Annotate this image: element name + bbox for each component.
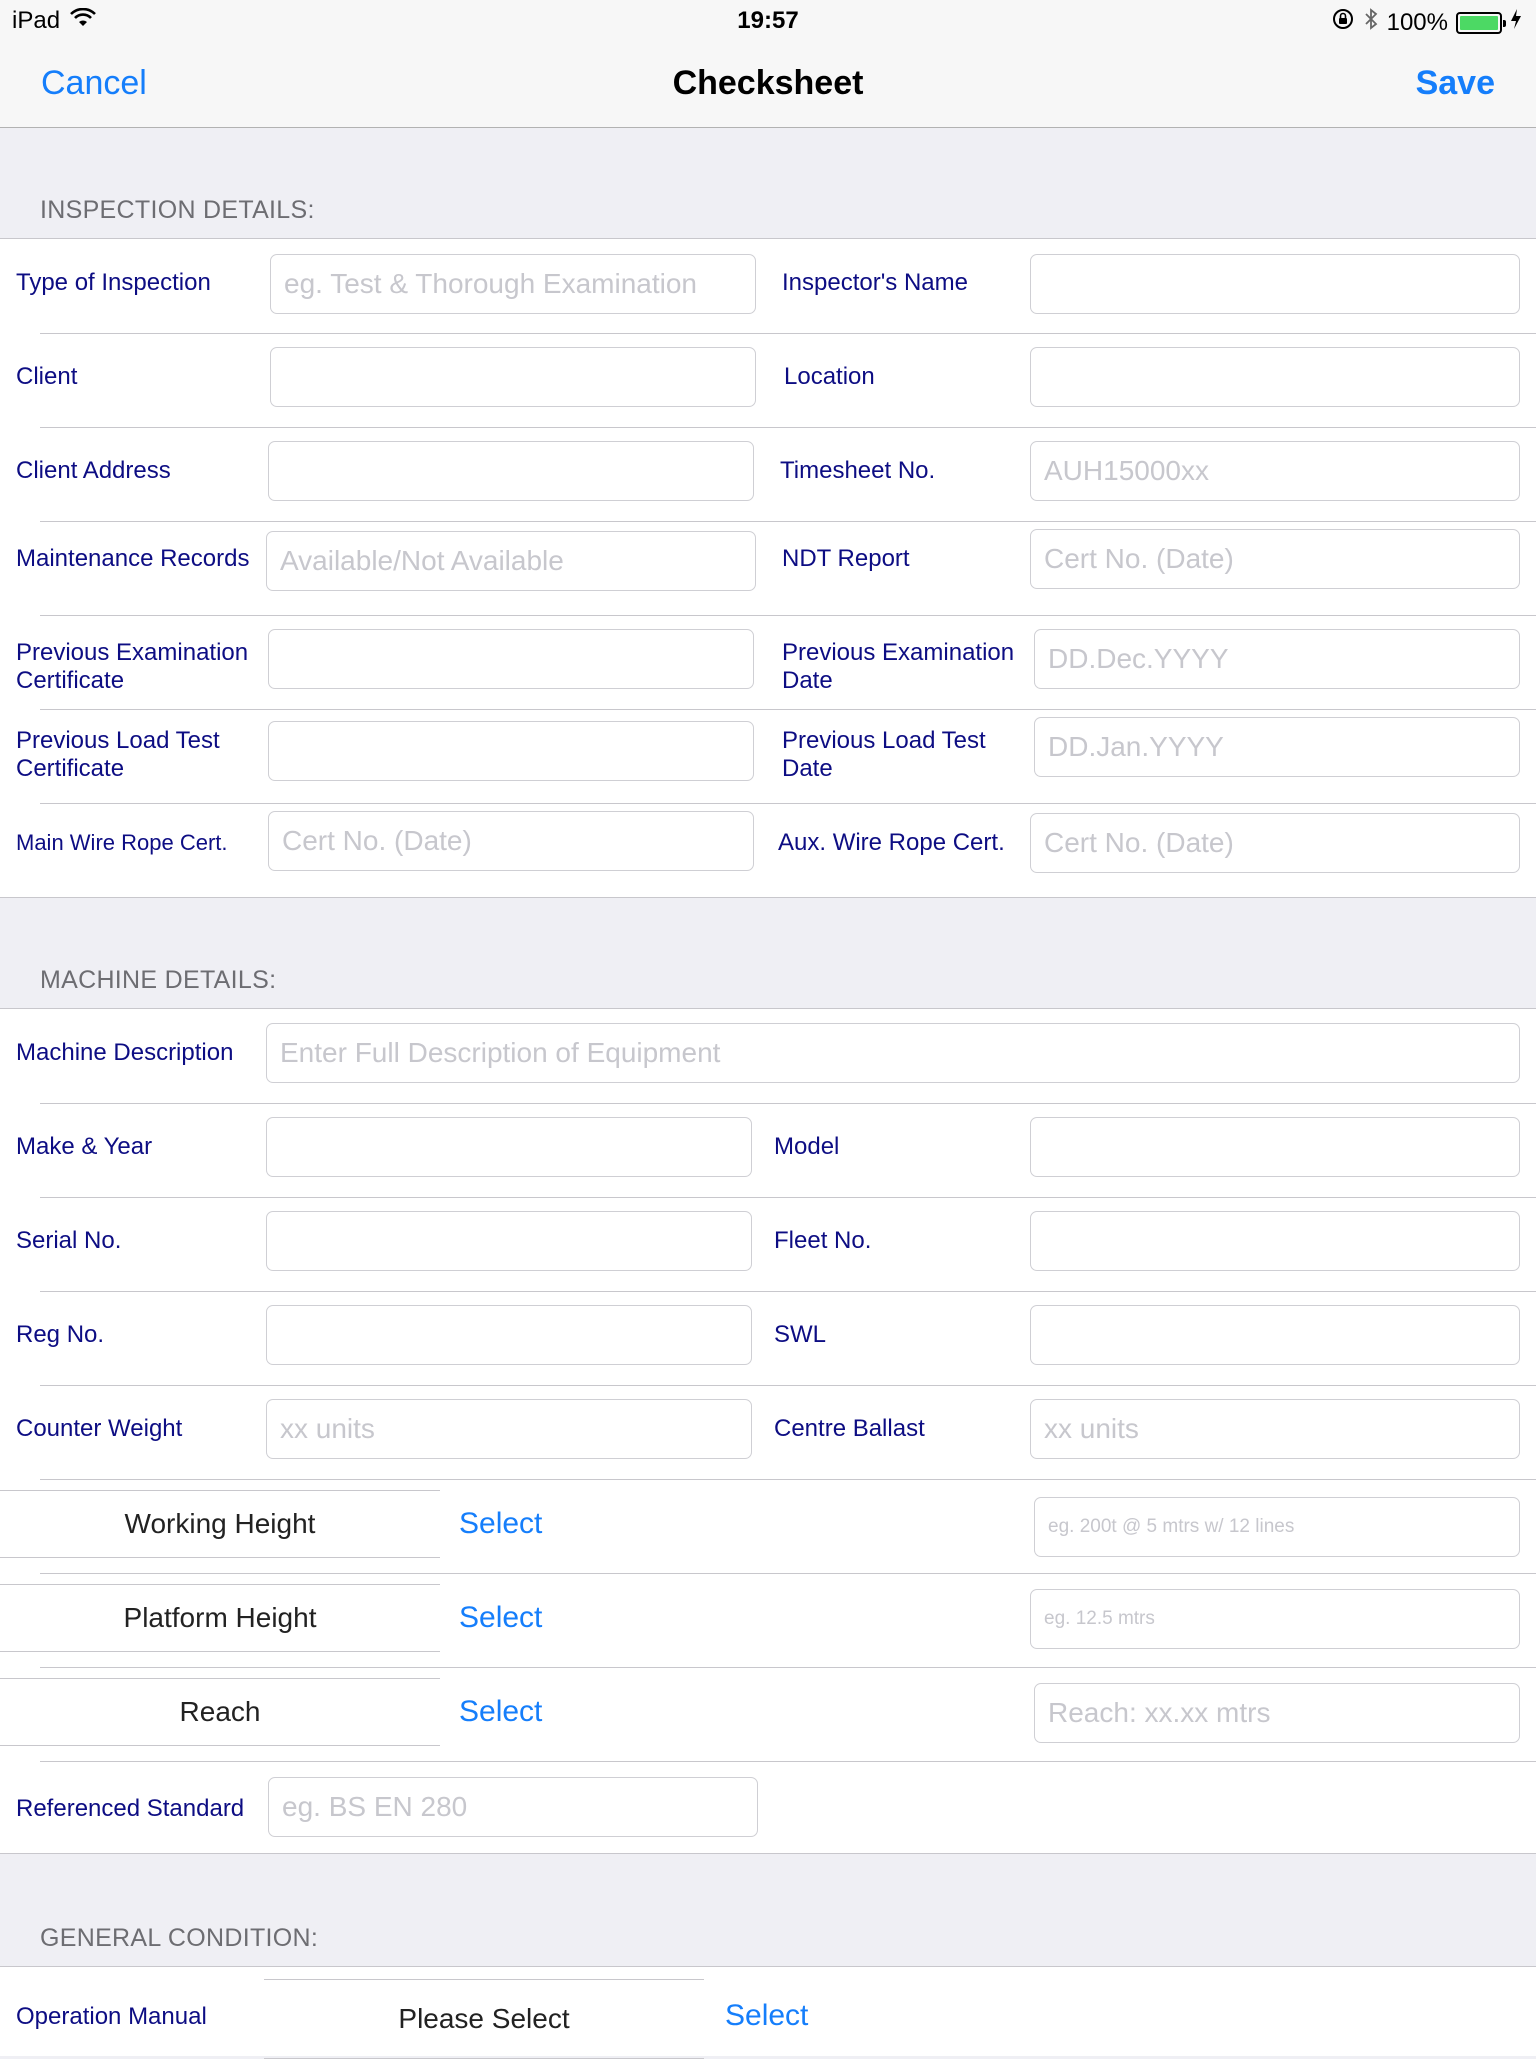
reach-picker[interactable]: Reach [0, 1678, 440, 1746]
location-input[interactable] [1030, 347, 1520, 407]
previous-examination-certificate-input[interactable] [268, 629, 754, 689]
save-button[interactable]: Save [1416, 64, 1495, 103]
ndt-report-label: NDT Report [782, 545, 910, 572]
inspector-name-input[interactable] [1030, 254, 1520, 314]
row-divider [40, 333, 1536, 334]
section-header-inspection: INSPECTION DETAILS: [40, 196, 315, 224]
working-height-picker[interactable]: Working Height [0, 1490, 440, 1558]
swl-label: SWL [774, 1321, 827, 1348]
section-header-general: GENERAL CONDITION: [40, 1924, 319, 1952]
machine-details-group: Machine Description Enter Full Descripti… [0, 1008, 1536, 1854]
cancel-button[interactable]: Cancel [41, 64, 147, 103]
platform-height-picker[interactable]: Platform Height [0, 1584, 440, 1652]
timesheet-label: Timesheet No. [780, 457, 936, 484]
charging-icon [1510, 8, 1522, 37]
reg-no-input[interactable] [266, 1305, 752, 1365]
working-height-input[interactable]: eg. 200t @ 5 mtrs w/ 12 lines [1034, 1497, 1520, 1557]
make-year-label: Make & Year [16, 1133, 153, 1160]
label-line: Certificate [16, 755, 125, 782]
previous-examination-date-input[interactable]: DD.Dec.YYYY [1034, 629, 1520, 689]
previous-examination-certificate-label: Previous Examination Certificate [16, 639, 248, 695]
main-wire-rope-cert-label: Main Wire Rope Cert. [16, 830, 228, 855]
referenced-standard-input[interactable]: eg. BS EN 280 [268, 1777, 758, 1837]
referenced-standard-label: Referenced Standard [16, 1795, 245, 1822]
inspection-details-group: Type of Inspection eg. Test & Thorough E… [0, 238, 1536, 898]
client-address-label: Client Address [16, 457, 171, 484]
previous-load-test-date-input[interactable]: DD.Jan.YYYY [1034, 717, 1520, 777]
client-input[interactable] [270, 347, 756, 407]
label-line: Previous Examination [16, 639, 249, 666]
previous-examination-date-label: Previous Examination Date [782, 639, 1014, 695]
client-address-input[interactable] [268, 441, 754, 501]
battery-percent: 100% [1386, 8, 1448, 36]
aux-wire-rope-cert-label: Aux. Wire Rope Cert. [778, 829, 1005, 856]
section-header-machine: MACHINE DETAILS: [40, 966, 277, 994]
serial-no-label: Serial No. [16, 1227, 122, 1254]
row-divider [40, 615, 1536, 616]
type-of-inspection-input[interactable]: eg. Test & Thorough Examination [270, 254, 756, 314]
navigation-bar: Cancel Checksheet Save [0, 40, 1536, 128]
label-line: Previous Examination [782, 639, 1015, 666]
working-height-select-button[interactable]: Select [459, 1507, 542, 1541]
machine-description-label: Machine Description [16, 1039, 234, 1066]
main-wire-rope-cert-input[interactable]: Cert No. (Date) [268, 811, 754, 871]
inspector-name-label: Inspector's Name [782, 269, 968, 296]
client-label: Client [16, 363, 78, 390]
reg-no-label: Reg No. [16, 1321, 105, 1348]
reach-select-button[interactable]: Select [459, 1695, 542, 1729]
timesheet-input[interactable]: AUH15000xx [1030, 441, 1520, 501]
row-divider [40, 1291, 1536, 1292]
counter-weight-input[interactable]: xx units [266, 1399, 752, 1459]
row-divider [40, 1103, 1536, 1104]
machine-description-input[interactable]: Enter Full Description of Equipment [266, 1023, 1520, 1083]
row-divider [40, 1385, 1536, 1386]
make-year-input[interactable] [266, 1117, 752, 1177]
status-bar: iPad 19:57 100% [0, 0, 1536, 40]
model-input[interactable] [1030, 1117, 1520, 1177]
rotation-lock-icon [1331, 7, 1355, 38]
bluetooth-icon [1363, 7, 1379, 38]
general-condition-group: Operation Manual Please Select Select [0, 1966, 1536, 2059]
swl-input[interactable] [1030, 1305, 1520, 1365]
reach-input[interactable]: Reach: xx.xx mtrs [1034, 1683, 1520, 1743]
row-divider [40, 803, 1536, 804]
platform-height-select-button[interactable]: Select [459, 1601, 542, 1635]
clock: 19:57 [737, 7, 799, 34]
maintenance-records-input[interactable]: Available/Not Available [266, 531, 756, 591]
label-line: Certificate [16, 667, 125, 694]
type-of-inspection-label: Type of Inspection [16, 269, 211, 296]
location-label: Location [784, 363, 875, 390]
battery-icon [1456, 11, 1506, 34]
operation-manual-select-button[interactable]: Select [725, 1999, 808, 2033]
fleet-no-label: Fleet No. [774, 1227, 872, 1254]
ndt-report-input[interactable]: Cert No. (Date) [1030, 529, 1520, 589]
label-line: Previous Load Test [782, 727, 986, 754]
aux-wire-rope-cert-input[interactable]: Cert No. (Date) [1030, 813, 1520, 873]
counter-weight-label: Counter Weight [16, 1415, 183, 1442]
row-divider [40, 1479, 1536, 1480]
centre-ballast-input[interactable]: xx units [1030, 1399, 1520, 1459]
label-line: Date [782, 755, 833, 782]
platform-height-input[interactable]: eg. 12.5 mtrs [1030, 1589, 1520, 1649]
row-divider [40, 1761, 1536, 1762]
serial-no-input[interactable] [266, 1211, 752, 1271]
page-title: Checksheet [672, 64, 864, 102]
previous-load-test-certificate-label: Previous Load Test Certificate [16, 727, 220, 783]
previous-load-test-date-label: Previous Load Test Date [782, 727, 986, 783]
operation-manual-picker[interactable]: Please Select [264, 1979, 704, 2059]
row-divider [40, 1667, 1536, 1668]
fleet-no-input[interactable] [1030, 1211, 1520, 1271]
row-divider [40, 709, 1536, 710]
label-line: Date [782, 667, 833, 694]
label-line: Previous Load Test [16, 727, 220, 754]
previous-load-test-certificate-input[interactable] [268, 721, 754, 781]
centre-ballast-label: Centre Ballast [774, 1415, 925, 1442]
maintenance-records-label: Maintenance Records [16, 545, 250, 572]
operation-manual-label: Operation Manual [16, 2003, 207, 2030]
model-label: Model [774, 1133, 840, 1160]
row-divider [40, 1197, 1536, 1198]
row-divider [40, 521, 1536, 522]
row-divider [40, 1573, 1536, 1574]
row-divider [40, 427, 1536, 428]
